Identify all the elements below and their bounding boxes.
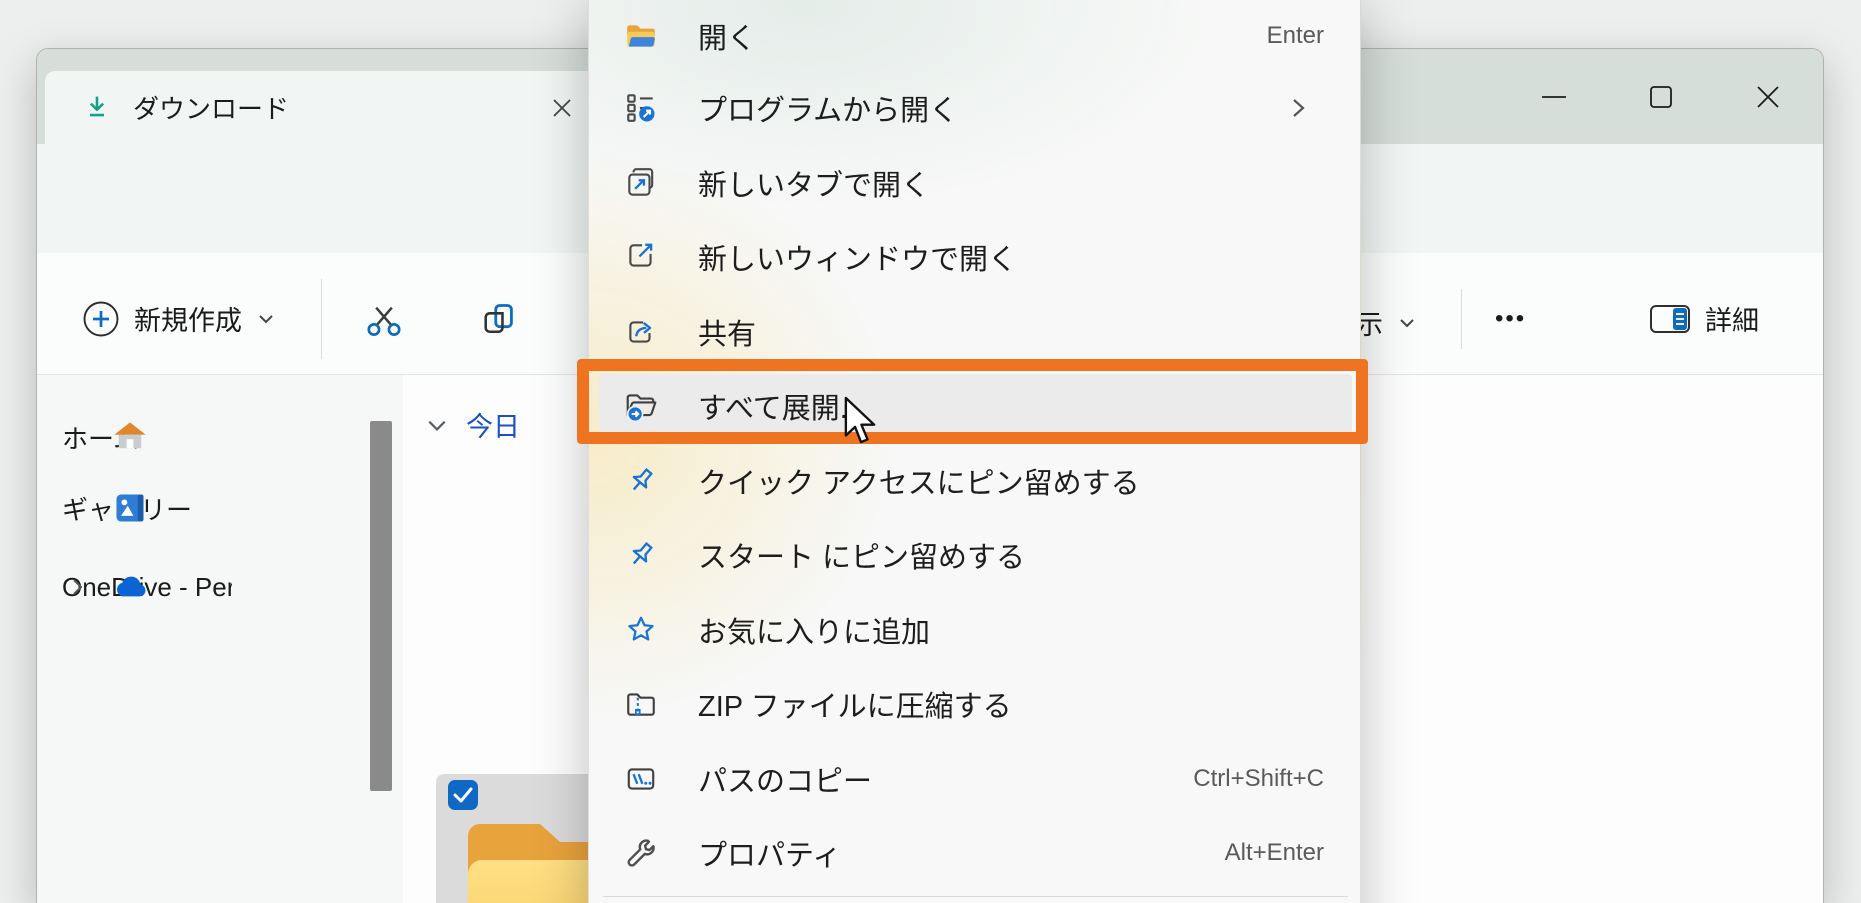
menu-item-pin-quick-access[interactable]: クイック アクセスにピン留めする: [599, 449, 1352, 513]
gallery-icon: [112, 490, 148, 526]
tab-close-icon: [552, 98, 572, 118]
toolbar-separator: [321, 279, 322, 359]
pin-outline-icon: [623, 463, 659, 499]
menu-item-open-new-tab[interactable]: 新しいタブで開く: [599, 151, 1352, 215]
annotation-highlight-box: [577, 359, 1368, 444]
pin-outline-icon: [623, 537, 659, 573]
home-icon: [112, 419, 148, 455]
group-header-today[interactable]: 今日: [426, 405, 520, 444]
menu-item-label: クイック アクセスにピン留めする: [698, 460, 1140, 502]
copy-icon: [479, 301, 517, 339]
menu-item-label: 新しいタブで開く: [698, 162, 930, 204]
open-new-tab-icon: [623, 165, 659, 201]
group-label: 今日: [466, 405, 520, 444]
onedrive-cloud-icon: [112, 569, 148, 605]
menu-item-open-new-window[interactable]: 新しいウィンドウで開く: [599, 225, 1352, 289]
context-menu: 開く Enter プログラムから開く: [588, 0, 1361, 903]
mouse-cursor-icon: [843, 396, 879, 446]
menu-item-shortcut: Alt+Enter: [1225, 839, 1324, 867]
tab-downloads[interactable]: ダウンロード: [45, 71, 605, 144]
chevron-down-icon: [426, 414, 448, 436]
close-icon: [1755, 84, 1781, 110]
details-button[interactable]: 詳細: [1649, 299, 1759, 338]
toolbar-separator: [1461, 289, 1462, 349]
sidebar-item-home[interactable]: ホーム: [37, 409, 403, 465]
maximize-button[interactable]: [1629, 49, 1693, 144]
checkbox-checked[interactable]: [448, 780, 478, 810]
sidebar-item-gallery[interactable]: ギャラリー: [37, 480, 403, 536]
open-with-icon: [623, 90, 659, 126]
copy-path-icon: [623, 761, 659, 797]
plus-circle-icon: [82, 300, 120, 338]
details-button-label: 詳細: [1705, 299, 1759, 338]
sidebar-item-onedrive[interactable]: OneDrive - Perso: [37, 559, 403, 615]
menu-item-share[interactable]: 共有: [599, 300, 1352, 364]
menu-item-open-with[interactable]: プログラムから開く: [599, 76, 1352, 140]
chevron-right-icon: [67, 577, 87, 597]
menu-separator: [603, 896, 1348, 897]
zip-folder-icon: [623, 686, 659, 722]
minimize-icon: [1541, 84, 1567, 110]
share-icon: [623, 314, 659, 350]
chevron-down-icon: [1397, 313, 1417, 333]
sidebar: ホーム ギャラリー OneDrive - Perso: [37, 375, 403, 903]
wrench-icon: [623, 835, 659, 871]
star-outline-icon: [623, 612, 659, 648]
ellipsis-icon: •••: [1495, 305, 1526, 333]
download-icon: [83, 93, 111, 123]
menu-item-pin-start[interactable]: スタート にピン留めする: [599, 523, 1352, 587]
menu-item-shortcut: Ctrl+Shift+C: [1193, 765, 1324, 793]
menu-item-open[interactable]: 開く Enter: [599, 4, 1352, 68]
tab-title: ダウンロード: [133, 89, 289, 126]
menu-item-label: 開く: [698, 15, 756, 57]
menu-item-label: スタート にピン留めする: [698, 534, 1025, 576]
chevron-down-icon: [256, 309, 276, 329]
close-button[interactable]: [1736, 49, 1800, 144]
menu-item-label: 共有: [698, 311, 756, 353]
menu-item-shortcut: Enter: [1267, 22, 1324, 50]
submenu-chevron-icon: [1288, 96, 1308, 120]
menu-item-label: ZIP ファイルに圧縮する: [698, 683, 1012, 725]
menu-item-label: プロパティ: [698, 832, 841, 874]
open-new-window-icon: [623, 239, 659, 275]
screenshot-root: ダウンロード ドの検索: [0, 0, 1861, 903]
tab-close-button[interactable]: [545, 91, 579, 125]
details-pane-icon: [1649, 302, 1691, 336]
copy-button[interactable]: [479, 301, 517, 339]
scissors-icon: [365, 301, 403, 339]
cut-button[interactable]: [365, 301, 403, 339]
check-icon: [448, 780, 478, 810]
folder-open-color-icon: [623, 18, 659, 54]
menu-item-properties[interactable]: プロパティ Alt+Enter: [599, 821, 1352, 885]
new-button[interactable]: 新規作成: [82, 299, 276, 338]
menu-item-label: プログラムから開く: [698, 87, 958, 129]
menu-item-label: パスのコピー: [698, 758, 872, 800]
menu-item-label: お気に入りに追加: [698, 609, 930, 651]
menu-item-add-favorites[interactable]: お気に入りに追加: [599, 598, 1352, 662]
menu-item-label: 新しいウィンドウで開く: [698, 236, 1017, 278]
sidebar-scrollbar[interactable]: [370, 421, 392, 791]
see-more-button[interactable]: •••: [1495, 305, 1526, 333]
minimize-button[interactable]: [1522, 49, 1586, 144]
menu-item-copy-path[interactable]: パスのコピー Ctrl+Shift+C: [599, 747, 1352, 811]
new-button-label: 新規作成: [134, 299, 242, 338]
menu-item-compress-zip[interactable]: ZIP ファイルに圧縮する: [599, 672, 1352, 736]
maximize-icon: [1648, 84, 1674, 110]
